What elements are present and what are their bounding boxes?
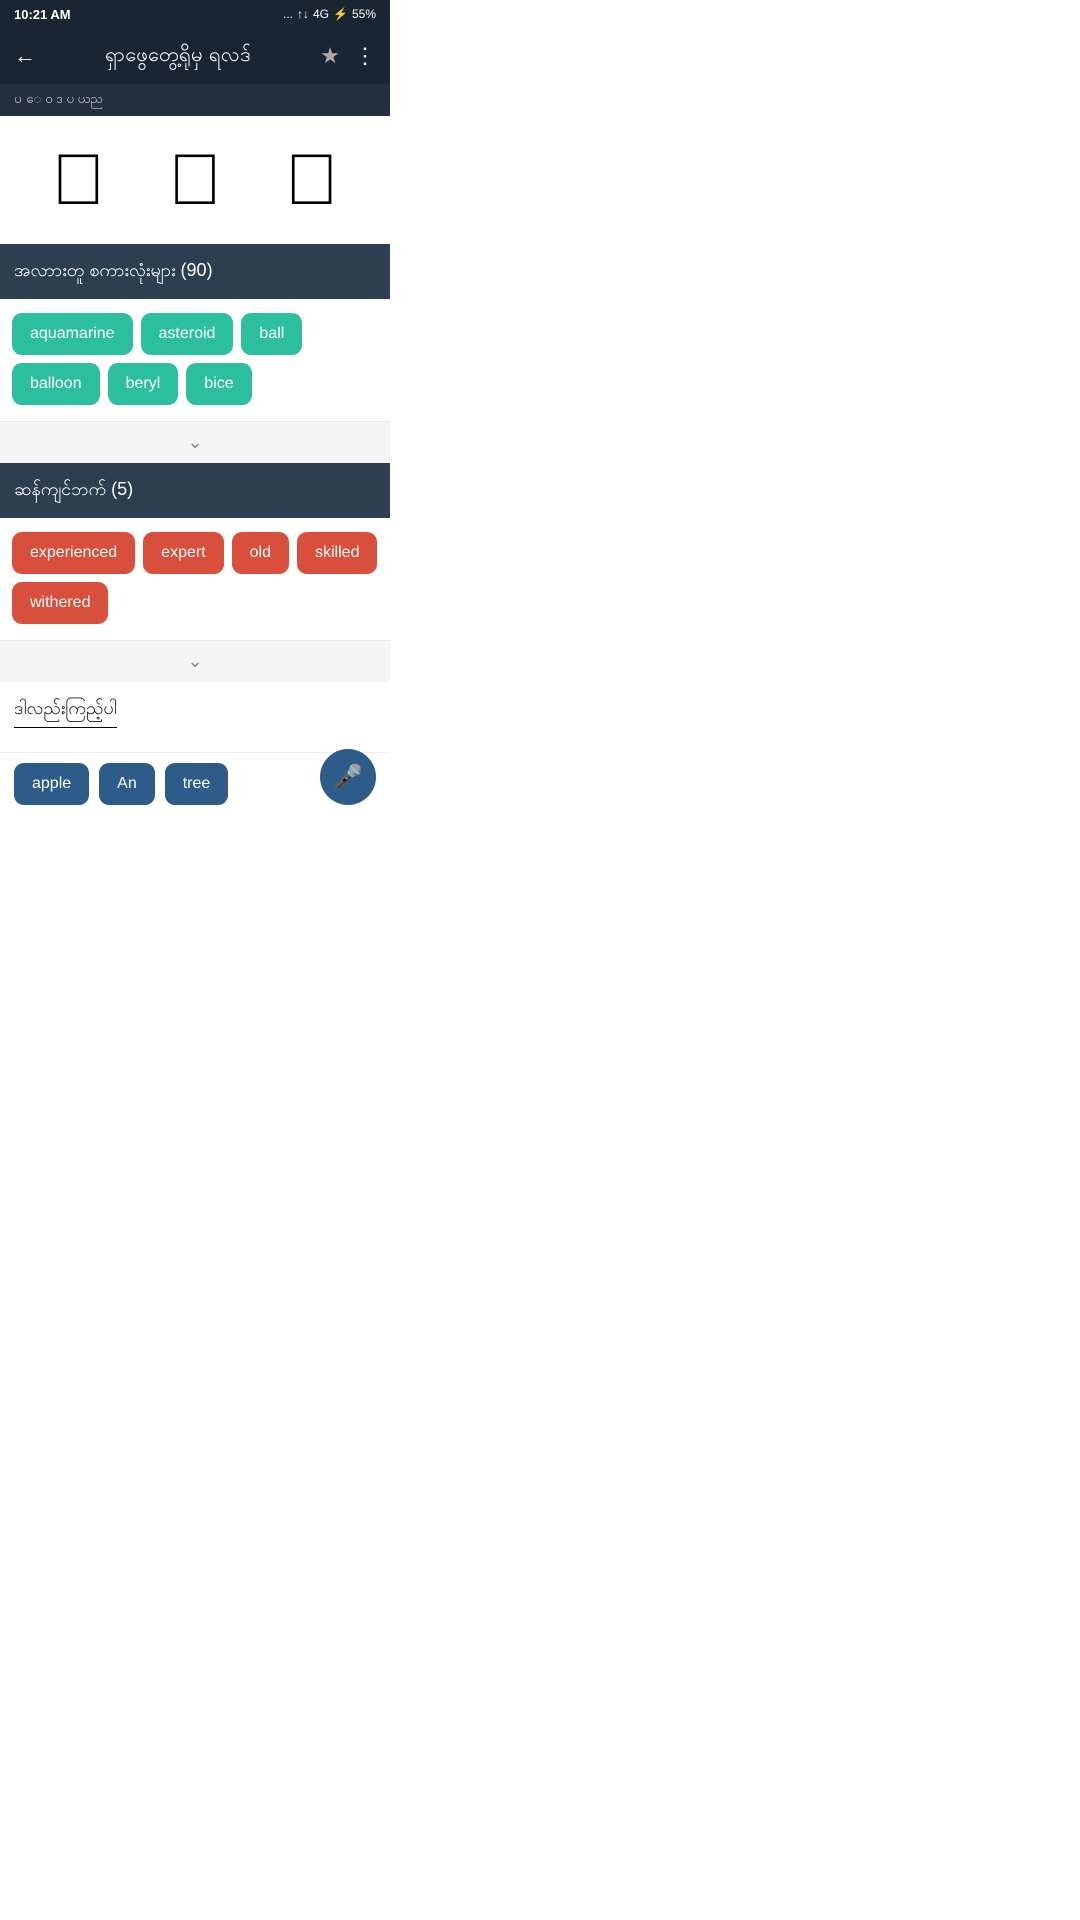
related-tag[interactable]: aquamarine (12, 313, 133, 355)
apple-icon-2:  (168, 144, 222, 216)
chevron-down-icon: ⌄ (187, 432, 202, 453)
signal-dots-icon: ... (283, 7, 293, 21)
battery-icon: ⚡ (333, 7, 348, 21)
related-tags-container: aquamarineasteroidball balloonberylbice (0, 299, 390, 411)
apple-icon-1:  (51, 144, 105, 216)
favorite-button[interactable]: ★ (320, 43, 340, 69)
back-button[interactable]: ← (14, 43, 36, 69)
apple-icons-section:    (0, 116, 390, 244)
bottom-tag[interactable]: tree (165, 763, 229, 805)
also-see-label: ဒါလည်းကြည့်ပါ (14, 696, 117, 728)
also-see-section: ဒါလည်းကြည့်ပါ (0, 682, 390, 752)
synonym-tag[interactable]: experienced (12, 532, 135, 574)
more-options-button[interactable]: ⋮ (354, 43, 376, 69)
synonym-tag[interactable]: expert (143, 532, 223, 574)
synonym-tag[interactable]: skilled (297, 532, 377, 574)
apple-icon-3:  (285, 144, 339, 216)
synonym-tag[interactable]: withered (12, 582, 108, 624)
related-expand-button[interactable]: ⌄ (0, 421, 390, 463)
data-arrows-icon: ↑↓ (297, 7, 309, 21)
bottom-tag[interactable]: An (99, 763, 155, 805)
synonyms-section-label: ဆန်ကျင်ဘက် (5) (14, 479, 133, 499)
signal-bars-icon: 4G (313, 7, 329, 21)
status-time: 10:21 AM (14, 7, 71, 22)
synonyms-expand-button[interactable]: ⌄ (0, 640, 390, 682)
battery-pct: 55% (352, 7, 376, 21)
subtitle-bar: ပ ေ ဝ ဒ ပ ယည (0, 84, 390, 116)
page-title: ရှာဖွေတွေ့ရိုမှ ရလဒ် (50, 41, 306, 71)
related-tag[interactable]: beryl (108, 363, 179, 405)
mic-button[interactable]: 🎤 (320, 749, 376, 805)
related-tag[interactable]: bice (186, 363, 251, 405)
bottom-bar: appleAntree 🎤 (0, 752, 390, 815)
mic-icon: 🎤 (333, 763, 363, 792)
related-section-header: အလာားတူ စကားလုံးများ (90) (0, 244, 390, 299)
related-tag[interactable]: balloon (12, 363, 100, 405)
related-section-label: အလာားတူ စကားလုံးများ (90) (14, 260, 213, 280)
subtitle-text: ပ ေ ဝ ဒ ပ ယည (14, 91, 103, 110)
header: ← ရှာဖွေတွေ့ရိုမှ ရလဒ် ★ ⋮ (0, 28, 390, 84)
synonyms-section-header: ဆန်ကျင်ဘက် (5) (0, 463, 390, 518)
bottom-tag[interactable]: apple (14, 763, 89, 805)
related-tag[interactable]: asteroid (141, 313, 234, 355)
status-icons: ... ↑↓ 4G ⚡ 55% (283, 7, 376, 21)
synonyms-tags-container: experiencedexpertoldskilled withered (0, 518, 390, 630)
related-tag[interactable]: ball (241, 313, 302, 355)
chevron-down-icon-2: ⌄ (187, 651, 202, 672)
status-bar: 10:21 AM ... ↑↓ 4G ⚡ 55% (0, 0, 390, 28)
synonym-tag[interactable]: old (232, 532, 289, 574)
